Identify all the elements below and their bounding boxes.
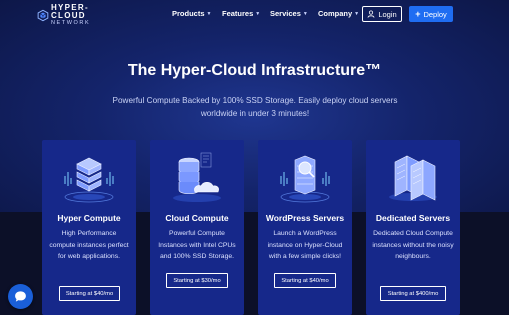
pricing-button[interactable]: Starting at $30/mo [166,273,228,288]
chat-bubble-icon [15,291,26,302]
brand-logo[interactable]: HYPER-CLOUD NETWORK [37,2,109,26]
pricing-label: Starting at $40/mo [281,277,329,284]
pricing-button[interactable]: Starting at $40/mo [59,286,120,301]
hero-title: The Hyper-Cloud Infrastructure™ [127,62,382,79]
pricing-label: Starting at $30/mo [173,277,221,284]
login-label: Login [378,9,397,19]
card-description: Powerful Compute Instances with Intel CP… [158,230,236,260]
chevron-down-icon: ▼ [302,10,308,17]
server-stack-icon [64,157,114,203]
card-title: Dedicated Servers [375,213,451,223]
nav-item-company[interactable]: Company ▼ [318,9,359,18]
deploy-button[interactable]: + Deploy [409,6,453,22]
database-cloud-icon [173,152,221,202]
pricing-button[interactable]: Starting at $40/mo [274,273,336,288]
server-rack-icon [389,155,437,201]
user-icon [367,10,375,18]
nav-item-label: Products [172,9,205,18]
nav-item-services[interactable]: Services ▼ [270,9,308,18]
card-title: Cloud Compute [165,213,229,223]
nav-item-products[interactable]: Products ▼ [172,9,211,18]
chevron-down-icon: ▼ [206,10,212,17]
top-navigation: HYPER-CLOUD NETWORK Products ▼ Features … [0,0,509,30]
hero-subtitle: Powerful Compute Backed by 100% SSD Stor… [112,96,398,118]
chat-button[interactable] [8,284,33,309]
pricing-button[interactable]: Starting at $400/mo [380,286,446,301]
login-button[interactable]: Login [362,6,402,22]
product-card-hyper-compute[interactable]: Hyper Compute High Performance compute i… [42,140,136,315]
hexagon-cube-icon [37,9,49,21]
card-title: Hyper Compute [57,213,121,223]
product-card-wordpress-servers[interactable]: WordPress Servers Launch a WordPress ins… [258,140,352,315]
plus-icon: + [415,8,421,19]
card-title: WordPress Servers [265,213,345,223]
brand-name: HYPER-CLOUD [50,2,89,20]
deploy-label: Deploy [423,9,447,19]
nav-item-label: Features [222,9,254,18]
chevron-down-icon: ▼ [354,10,360,17]
card-description: Dedicated Cloud Compute instances withou… [372,230,454,260]
card-description: Launch a WordPress instance on Hyper-Clo… [267,230,343,260]
chevron-down-icon: ▼ [255,10,261,17]
server-search-icon [280,155,330,203]
pricing-label: Starting at $400/mo [387,290,439,297]
nav-item-label: Company [318,9,353,18]
nav-item-label: Services [270,9,301,18]
nav-item-features[interactable]: Features ▼ [222,9,260,18]
card-description: High Performance compute instances perfe… [49,230,129,260]
product-card-cloud-compute[interactable]: Cloud Compute Powerful Compute Instances… [150,140,244,315]
product-card-dedicated-servers[interactable]: Dedicated Servers Dedicated Cloud Comput… [366,140,460,315]
brand-subname: NETWORK [50,19,91,26]
pricing-label: Starting at $40/mo [65,290,114,297]
